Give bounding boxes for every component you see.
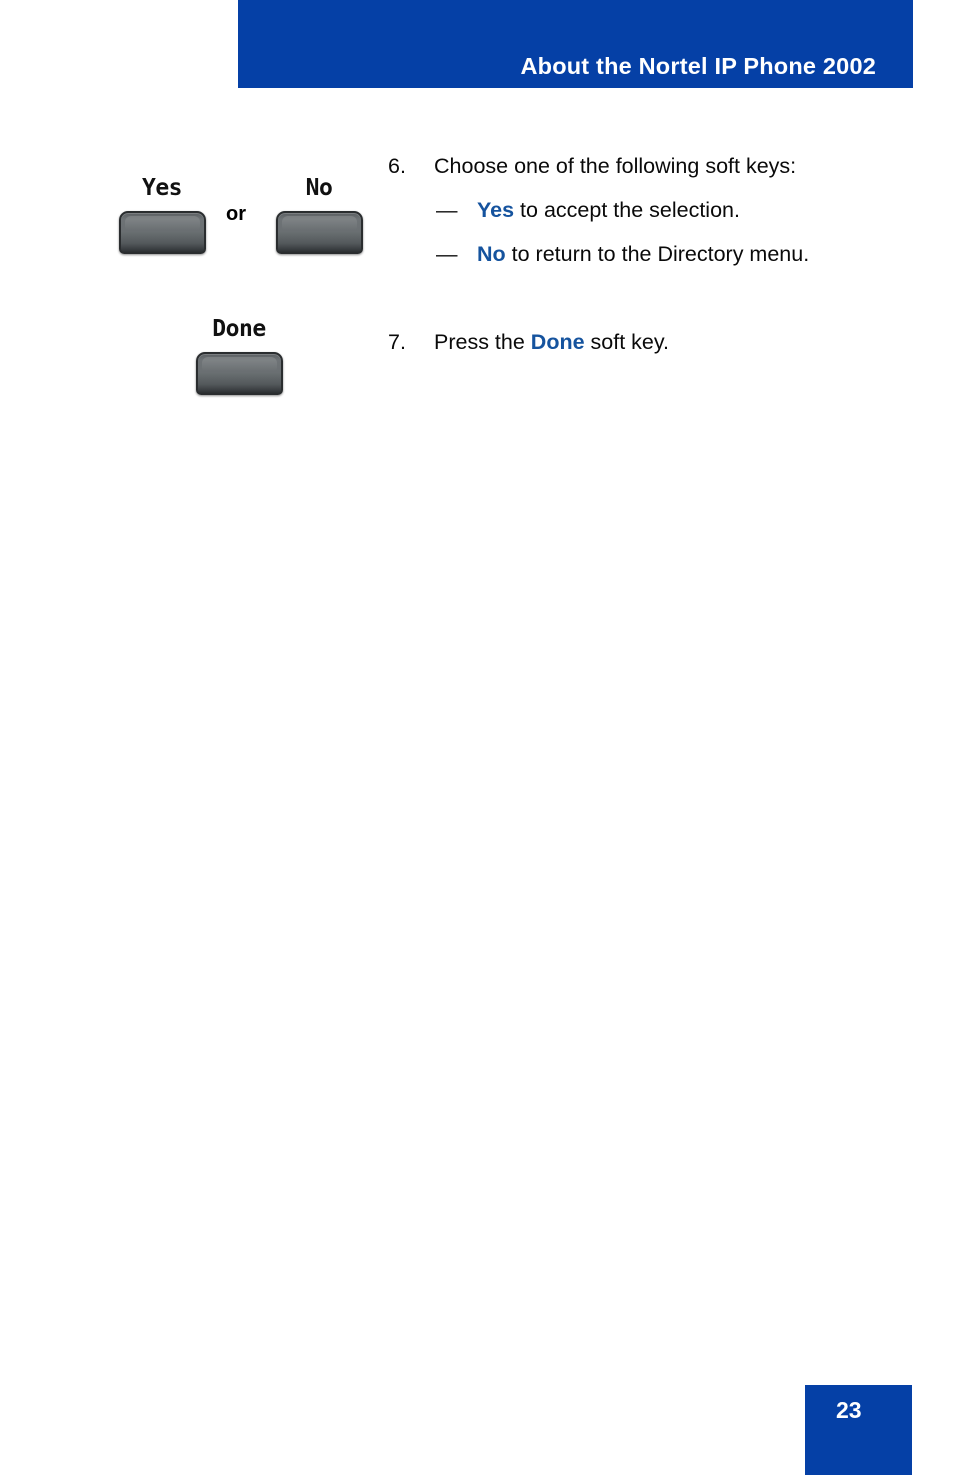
- step-6-text: Choose one of the following soft keys:: [434, 154, 797, 178]
- page-number: 23: [836, 1397, 862, 1423]
- softkey-no-label: No: [305, 175, 333, 201]
- softkey-reference-no: No: [477, 242, 506, 266]
- softkey-yes-label: Yes: [141, 175, 183, 201]
- step-7: 7. Press the Done soft key.: [388, 328, 908, 357]
- softkey-reference-done: Done: [530, 330, 585, 354]
- step-6-subitem-yes-rest: to accept the selection.: [514, 198, 740, 222]
- step-6-subitem-no-text: No to return to the Directory menu.: [477, 240, 908, 269]
- page-content: Yes or No Done 6. Choose one of the foll…: [0, 88, 954, 1378]
- figure-or-label: or: [226, 203, 246, 225]
- step-6-number: 6.: [388, 154, 406, 178]
- page-number-box: 23: [805, 1385, 912, 1475]
- softkey-no[interactable]: No: [275, 174, 363, 254]
- softkey-done-button-icon[interactable]: [195, 352, 283, 395]
- step-6-subitem-yes-text: Yes to accept the selection.: [477, 196, 908, 225]
- page-header-title: About the Nortel IP Phone 2002: [520, 53, 876, 79]
- figure-softkey-done: Done: [195, 315, 285, 410]
- figure-softkeys-yes-no: Yes or No: [118, 174, 368, 269]
- step-7-text: Press the Done soft key.: [434, 328, 908, 357]
- page-header-band: About the Nortel IP Phone 2002: [238, 0, 913, 88]
- step-6-row: 6. Choose one of the following soft keys…: [388, 152, 908, 181]
- em-dash-icon: —: [436, 242, 458, 266]
- softkey-no-button-icon[interactable]: [275, 211, 363, 254]
- softkey-reference-yes: Yes: [477, 198, 515, 222]
- softkey-done[interactable]: Done: [195, 315, 283, 395]
- softkey-yes-button-icon[interactable]: [118, 211, 206, 254]
- step-6-subitem-no-rest: to return to the Directory menu.: [505, 242, 810, 266]
- em-dash-icon: —: [436, 198, 458, 222]
- step-6-subitem-yes: — Yes to accept the selection.: [436, 196, 908, 225]
- step-7-row: 7. Press the Done soft key.: [388, 328, 908, 357]
- step-6: 6. Choose one of the following soft keys…: [388, 152, 908, 269]
- step-7-number: 7.: [388, 330, 406, 354]
- step-6-sublist: — Yes to accept the selection. — No to r…: [388, 196, 908, 269]
- softkey-done-label: Done: [212, 316, 266, 342]
- step-6-subitem-no: — No to return to the Directory menu.: [436, 240, 908, 269]
- softkey-yes[interactable]: Yes: [118, 174, 206, 254]
- step-7-prefix: Press the: [434, 330, 531, 354]
- step-7-suffix: soft key.: [584, 330, 669, 354]
